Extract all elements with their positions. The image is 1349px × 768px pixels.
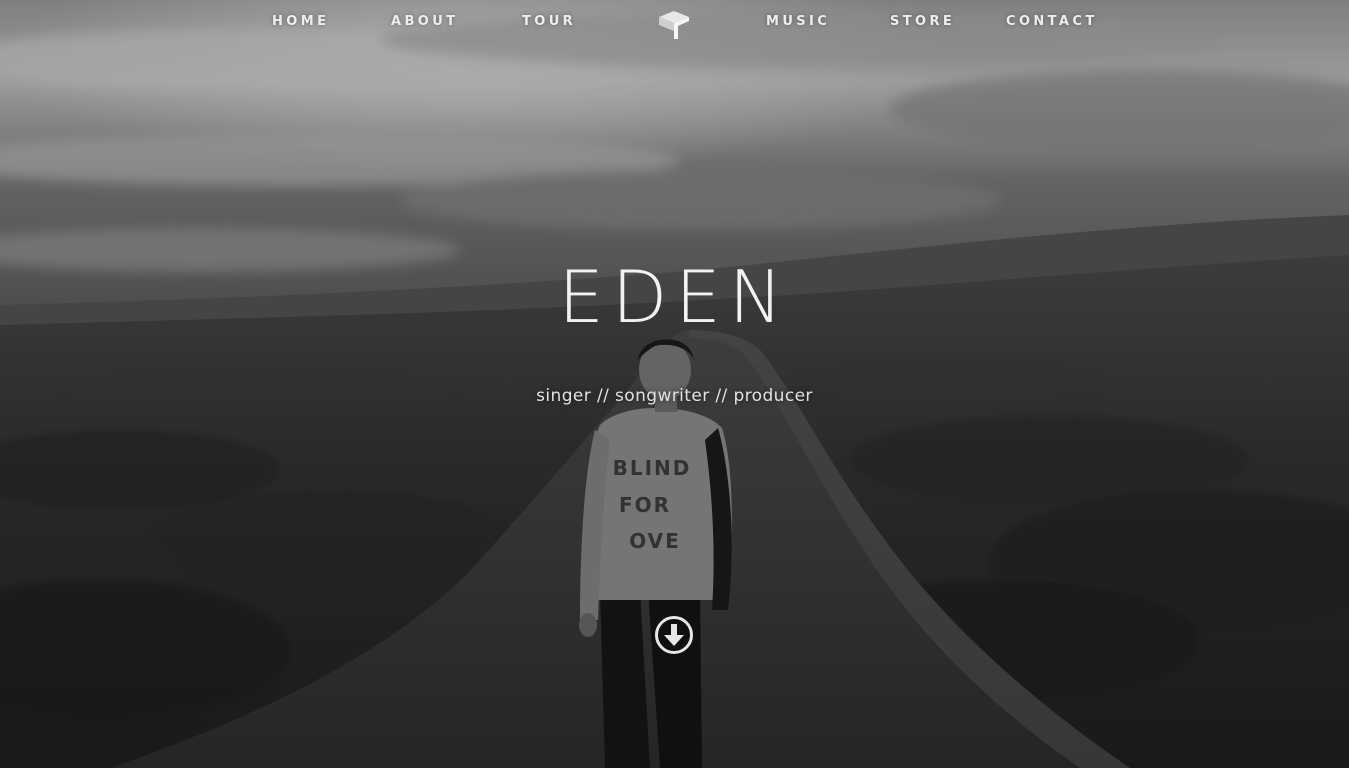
nav-store-link[interactable]: STORE bbox=[890, 14, 955, 29]
nav-about-link[interactable]: ABOUT bbox=[391, 14, 458, 29]
arrow-down-circle-icon[interactable] bbox=[654, 615, 694, 655]
nav-home-link[interactable]: HOME bbox=[272, 14, 329, 29]
nav-music-link[interactable]: MUSIC bbox=[766, 14, 830, 29]
eden-logo-icon[interactable] bbox=[657, 9, 691, 41]
hero-title: EDEN bbox=[558, 255, 791, 339]
hero-subtitle: singer // songwriter // producer bbox=[536, 386, 813, 406]
nav-contact-link[interactable]: CONTACT bbox=[1006, 14, 1098, 29]
main-nav: HOME ABOUT TOUR MUSIC STORE CONTACT bbox=[0, 0, 1349, 46]
nav-tour-link[interactable]: TOUR bbox=[522, 14, 576, 29]
hero-section: BLIND FOR OVE HOME ABOUT TOUR MUSIC STOR… bbox=[0, 0, 1349, 768]
